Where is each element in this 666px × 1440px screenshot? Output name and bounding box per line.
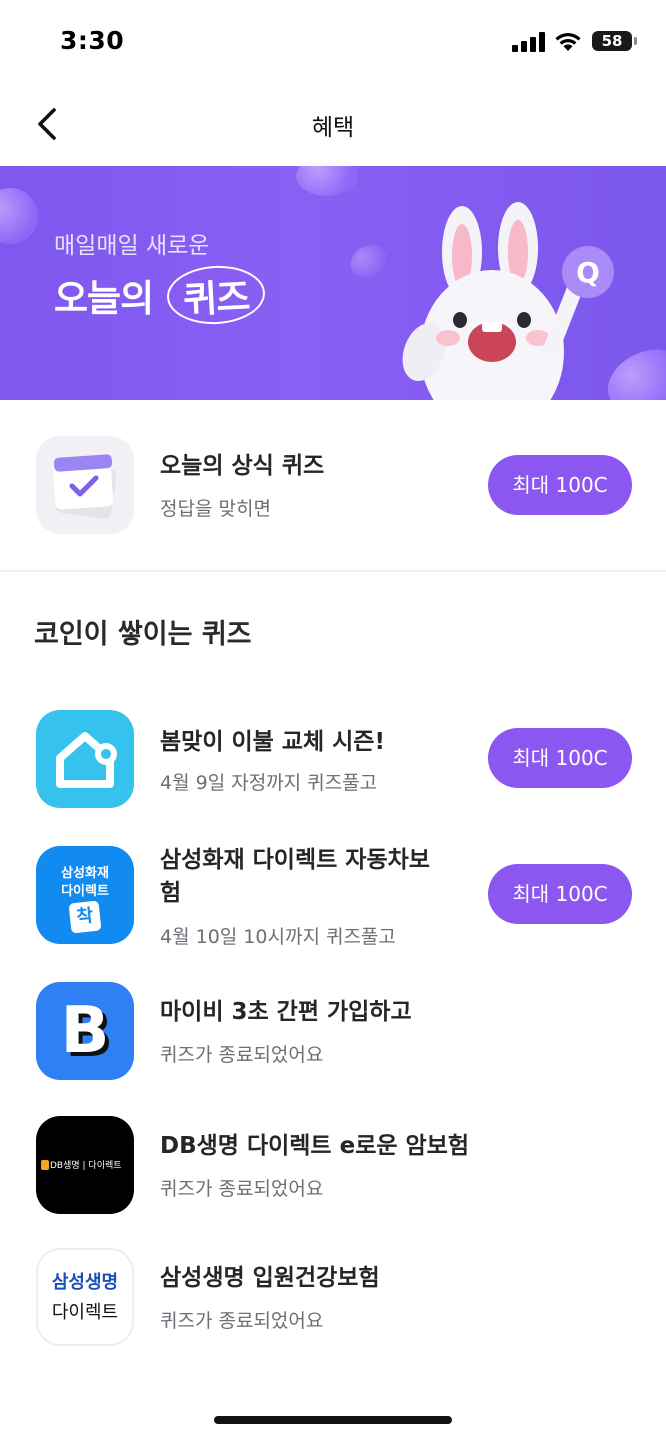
quiz-title: 마이비 3초 간편 가입하고: [160, 999, 412, 1025]
reward-button[interactable]: 최대 100C: [488, 728, 632, 788]
quiz-subtitle: 퀴즈가 종료되었어요: [160, 1044, 324, 1066]
list-item[interactable]: DB생명 | 다이렉트 DB생명 다이렉트 e로운 암보험 퀴즈가 종료되었어요: [0, 1096, 666, 1228]
rabbit-mascot-icon: Q: [402, 202, 614, 400]
logo-letter: B: [60, 994, 110, 1068]
quiz-subtitle: 4월 10일 10시까지 퀴즈풀고: [160, 926, 396, 948]
banner-title: 오늘의 퀴즈: [54, 263, 267, 327]
battery-indicator: 58: [592, 31, 637, 51]
banner-subtitle: 매일매일 새로운: [54, 233, 210, 259]
reward-button[interactable]: 최대 100C: [488, 864, 632, 924]
featured-reward-button[interactable]: 최대 100C: [488, 455, 632, 515]
status-time: 3:30: [60, 26, 125, 55]
banner-title-prefix: 오늘의: [54, 277, 166, 320]
wifi-icon: [555, 33, 581, 51]
page-title: 혜택: [311, 115, 355, 141]
list-item[interactable]: 삼성생명 다이렉트 삼성생명 입원건강보험 퀴즈가 종료되었어요: [0, 1228, 666, 1360]
banner-title-highlight: 퀴즈: [165, 263, 267, 327]
logo-badge: 착: [68, 900, 102, 934]
quiz-subtitle: 퀴즈가 종료되었어요: [160, 1178, 324, 1200]
featured-quiz-subtitle: 정답을 맞히면: [160, 498, 271, 520]
quiz-title: 삼성생명 입원건강보험: [160, 1265, 380, 1291]
nav-bar: 혜택: [0, 86, 666, 166]
quiz-banner[interactable]: 매일매일 새로운 오늘의 퀴즈 Q: [0, 166, 666, 400]
list-item[interactable]: 삼성화재 다이렉트 착 삼성화재 다이렉트 자동차보 험 4월 10일 10시까…: [0, 826, 666, 960]
status-bar: 3:30 58: [0, 0, 666, 86]
quiz-subtitle: 4월 9일 자정까지 퀴즈풀고: [160, 772, 378, 794]
cellular-signal-icon: [512, 32, 546, 52]
quiz-subtitle: 퀴즈가 종료되었어요: [160, 1310, 324, 1332]
quiz-title-line2: 험: [160, 880, 182, 906]
decorative-coin: [296, 166, 358, 196]
db-logo-text: DB생명 | 다이렉트: [50, 1161, 122, 1171]
logo-line: 삼성화재: [61, 866, 109, 881]
decorative-coin: [345, 239, 393, 283]
samsung-fire-direct-logo: 삼성화재 다이렉트 착: [36, 846, 134, 944]
calendar-check-icon: [36, 436, 134, 534]
logo-line: 다이렉트: [61, 884, 109, 899]
house-icon: [36, 710, 134, 808]
quiz-title: 봄맞이 이불 교체 시즌!: [160, 729, 385, 755]
list-item[interactable]: 봄맞이 이불 교체 시즌! 4월 9일 자정까지 퀴즈풀고 최대 100C: [0, 690, 666, 822]
decorative-coin: [0, 180, 46, 252]
section-title: 코인이 쌓이는 퀴즈: [34, 619, 252, 650]
logo-line: 삼성생명: [51, 1272, 119, 1293]
featured-quiz-title: 오늘의 상식 퀴즈: [160, 453, 325, 479]
featured-quiz-row[interactable]: 오늘의 상식 퀴즈 정답을 맞히면 최대 100C: [0, 400, 666, 572]
mybee-logo: B: [36, 982, 134, 1080]
samsung-life-direct-logo: 삼성생명 다이렉트: [36, 1248, 134, 1346]
quiz-title: DB생명 다이렉트 e로운 암보험: [160, 1133, 470, 1159]
list-item[interactable]: B 마이비 3초 간편 가입하고 퀴즈가 종료되었어요: [0, 962, 666, 1094]
logo-line: 다이렉트: [51, 1302, 119, 1323]
svg-text:Q: Q: [576, 256, 600, 289]
quiz-title-line1: 삼성화재 다이렉트 자동차보: [160, 847, 430, 873]
home-indicator: [214, 1416, 452, 1424]
db-life-logo: DB생명 | 다이렉트: [36, 1116, 134, 1214]
db-logo-mark: [41, 1160, 49, 1170]
